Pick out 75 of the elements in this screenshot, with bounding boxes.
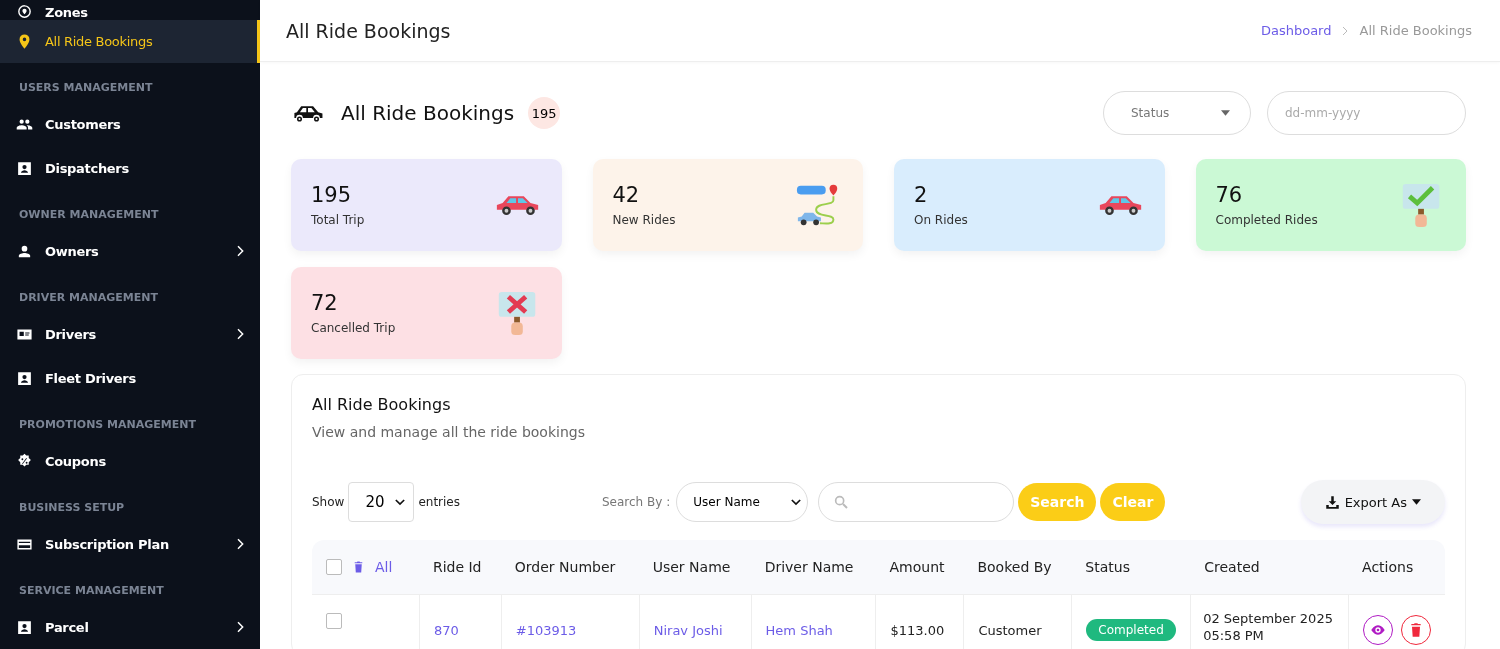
page-size-dropdown[interactable]: 20 xyxy=(348,482,415,522)
stat-label: On Rides xyxy=(914,213,968,227)
row-checkbox[interactable] xyxy=(326,613,342,629)
search-icon xyxy=(833,494,850,510)
nav-icon xyxy=(16,369,33,387)
trash-icon[interactable] xyxy=(352,560,365,574)
ride-id-link[interactable]: 870 xyxy=(433,623,459,638)
chevron-down-icon xyxy=(395,498,406,506)
table-cell: 05:58 PM xyxy=(1203,628,1264,643)
column-header: Created xyxy=(1203,558,1261,577)
breadcrumb-link[interactable]: Dashboard xyxy=(1260,23,1332,38)
order-number-link[interactable]: #103913 xyxy=(515,623,577,638)
view-button[interactable] xyxy=(1363,615,1393,645)
driver-name-link[interactable]: Hem Shah xyxy=(765,623,833,638)
sidebar-item[interactable]: All Ride Bookings xyxy=(0,20,260,64)
date-field[interactable]: dd-mm-yyyy xyxy=(1267,91,1466,135)
show-label: Show xyxy=(312,495,345,509)
delete-all-link[interactable]: All xyxy=(375,559,393,575)
stat-value: 72 xyxy=(311,291,339,315)
column-header: Order Number xyxy=(513,558,617,577)
stat-label: Completed Rides xyxy=(1215,213,1318,227)
stat-value: 2 xyxy=(914,183,929,207)
sidebar-section-heading: BUSINESS SETUP xyxy=(18,500,126,517)
stat-value: 76 xyxy=(1215,183,1244,207)
page-title: All Ride Bookings xyxy=(286,19,451,42)
sidebar-item[interactable]: Subscription Plan xyxy=(0,522,260,566)
sidebar-section-heading: SERVICE MANAGEMENT xyxy=(18,583,165,600)
trash-icon xyxy=(1408,622,1424,638)
table-cell: $113.00 xyxy=(890,623,945,638)
stat-label: New Rides xyxy=(612,213,676,227)
stat-label: Total Trip xyxy=(311,213,365,227)
breadcrumb-current: All Ride Bookings xyxy=(1359,23,1472,38)
column-header: Driver Name xyxy=(763,558,855,577)
sidebar-section-heading: DRIVER MANAGEMENT xyxy=(18,290,159,307)
sidebar-section-heading: USERS MANAGEMENT xyxy=(18,80,154,97)
section-title: All Ride Bookings xyxy=(341,101,515,125)
nav-icon xyxy=(16,159,33,177)
sidebar-item[interactable]: Drivers xyxy=(0,312,260,357)
sidebar-section-heading: PROMOTIONS MANAGEMENT xyxy=(18,417,197,434)
entries-label: entries xyxy=(418,495,460,509)
column-header: Ride Id xyxy=(431,558,483,577)
nav-icon xyxy=(16,3,33,21)
sidebar-item[interactable]: Customers xyxy=(0,102,260,147)
download-icon xyxy=(1324,494,1340,510)
caret-down-icon xyxy=(1221,110,1230,116)
nav-icon xyxy=(16,618,33,636)
delete-button[interactable] xyxy=(1401,615,1431,645)
sidebar-item[interactable]: Parcel xyxy=(0,605,260,649)
column-header: Amount xyxy=(888,558,946,577)
sidebar-item[interactable]: Owners xyxy=(0,229,260,274)
table-cell: 02 September 2025 xyxy=(1203,611,1333,626)
export-button[interactable]: Export As xyxy=(1300,480,1445,524)
eye-icon xyxy=(1370,622,1386,638)
chevron-down-icon xyxy=(791,498,802,506)
search-by-label: Search By : xyxy=(602,495,671,509)
caret-down-icon xyxy=(1412,499,1421,505)
panel-title: All Ride Bookings xyxy=(312,395,452,414)
column-header: Actions xyxy=(1361,558,1415,577)
sidebar-item[interactable]: Fleet Drivers xyxy=(0,356,260,400)
table-cell: Customer xyxy=(978,623,1042,638)
panel-subtitle: View and manage all the ride bookings xyxy=(312,424,586,440)
stat-value: 195 xyxy=(311,183,353,207)
sidebar-item[interactable]: Zones xyxy=(0,0,260,21)
sidebar-item[interactable]: Dispatchers xyxy=(0,146,260,191)
column-header: User Name xyxy=(651,558,732,577)
stat-label: Cancelled Trip xyxy=(311,321,396,335)
column-header: Status xyxy=(1084,558,1131,577)
status-badge: Completed xyxy=(1086,619,1176,641)
stat-value: 42 xyxy=(612,183,641,207)
sidebar-section-heading: OWNER MANAGEMENT xyxy=(18,207,160,224)
count-badge: 195 xyxy=(528,97,561,129)
user-name-link[interactable]: Nirav Joshi xyxy=(653,623,723,638)
select-all-checkbox[interactable] xyxy=(326,559,342,575)
column-header: Booked By xyxy=(976,558,1053,577)
sidebar-item[interactable]: Coupons xyxy=(0,439,260,483)
